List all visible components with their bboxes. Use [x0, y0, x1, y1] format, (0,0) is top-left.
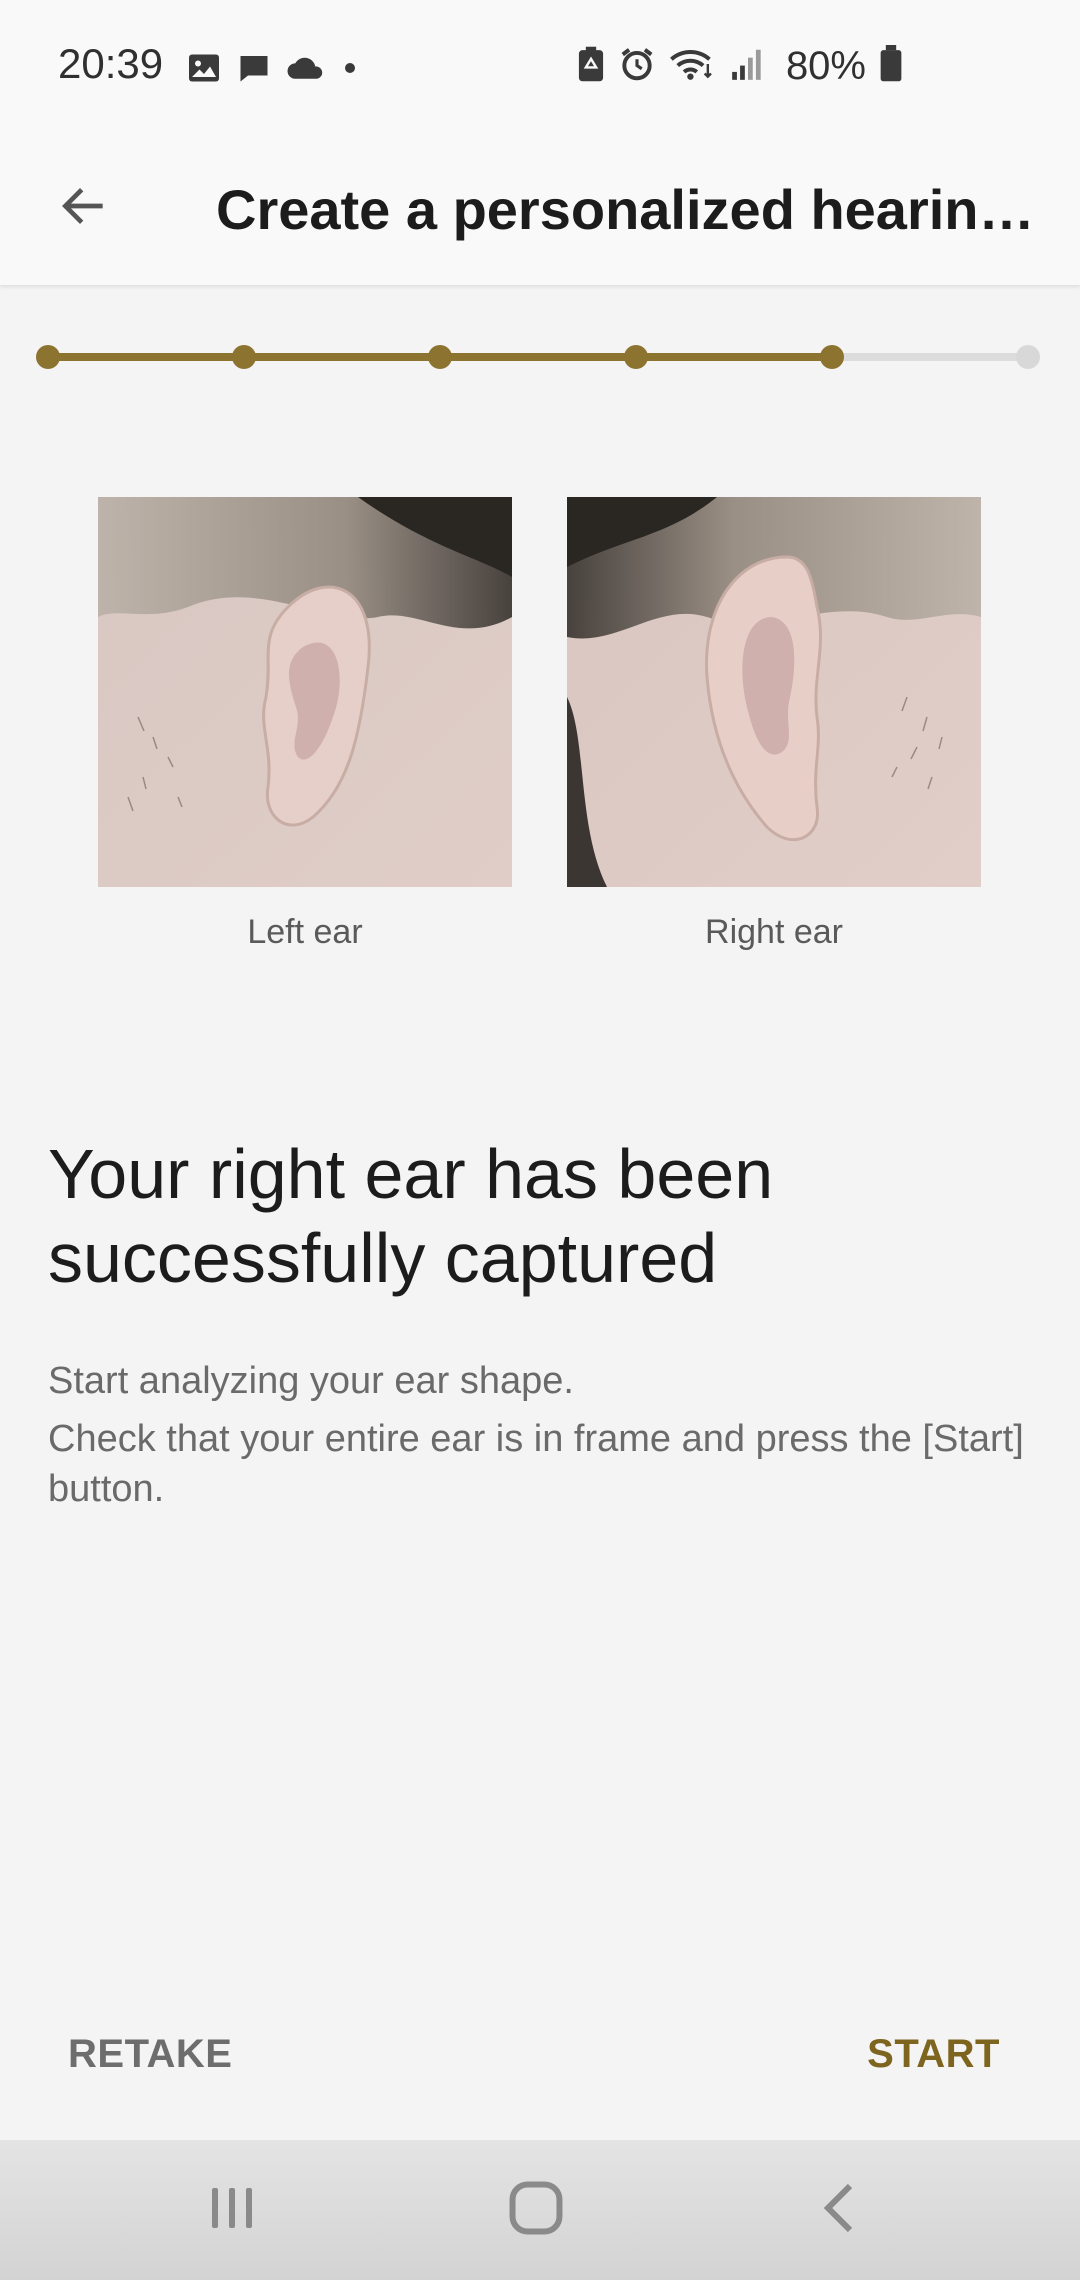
- progress-step-dot: [428, 345, 452, 369]
- home-button[interactable]: [486, 2170, 586, 2250]
- status-bar: 20:39 80%: [0, 0, 1080, 140]
- progress-step-dot: [36, 345, 60, 369]
- system-icons: 80%: [576, 44, 904, 89]
- system-navigation-bar: [0, 2140, 1080, 2280]
- instruction-line-1: Start analyzing your ear shape.: [48, 1360, 574, 1402]
- instruction-line-2: Check that your entire ear is in frame a…: [48, 1418, 1024, 1510]
- progress-step-dot: [1016, 345, 1040, 369]
- wifi-icon: [668, 45, 716, 88]
- dot-icon: [340, 58, 360, 83]
- left-ear-card: Left ear: [98, 497, 512, 952]
- progress-step-dot: [624, 345, 648, 369]
- instructions: Start analyzing your ear shape. Check th…: [48, 1356, 1028, 1514]
- message-icon: [236, 50, 272, 91]
- gallery-icon: [186, 50, 222, 91]
- right-ear-label: Right ear: [705, 913, 843, 951]
- back-nav-button[interactable]: [788, 2170, 888, 2250]
- battery-saver-icon: [576, 45, 606, 88]
- capture-success-headline: Your right ear has been successfully cap…: [48, 1135, 774, 1297]
- battery-percentage: 80%: [785, 44, 866, 88]
- progress-stepper: [36, 338, 1040, 374]
- progress-step-dot: [820, 345, 844, 369]
- recent-apps-icon: [202, 2178, 262, 2243]
- cloud-icon: [286, 50, 326, 91]
- home-icon: [504, 2176, 568, 2245]
- retake-button[interactable]: RETAKE: [48, 2026, 252, 2083]
- notification-icons: [186, 50, 360, 91]
- battery-icon: [878, 45, 904, 88]
- app-bar: Create a personalized hearing…: [0, 140, 1080, 286]
- progress-step-dot: [232, 345, 256, 369]
- status-time: 20:39: [58, 40, 164, 87]
- right-ear-photo: [567, 497, 981, 887]
- back-nav-icon: [810, 2178, 866, 2243]
- recent-apps-button[interactable]: [182, 2170, 282, 2250]
- start-button[interactable]: START: [847, 2026, 1020, 2083]
- left-ear-photo: [98, 497, 512, 887]
- alarm-icon: [618, 45, 656, 88]
- left-ear-label: Left ear: [247, 913, 363, 951]
- page-title: Create a personalized hearing…: [216, 178, 1066, 241]
- right-ear-card: Right ear: [567, 497, 981, 952]
- signal-icon: [728, 45, 768, 88]
- back-button[interactable]: [44, 168, 124, 248]
- arrow-left-icon: [56, 178, 112, 239]
